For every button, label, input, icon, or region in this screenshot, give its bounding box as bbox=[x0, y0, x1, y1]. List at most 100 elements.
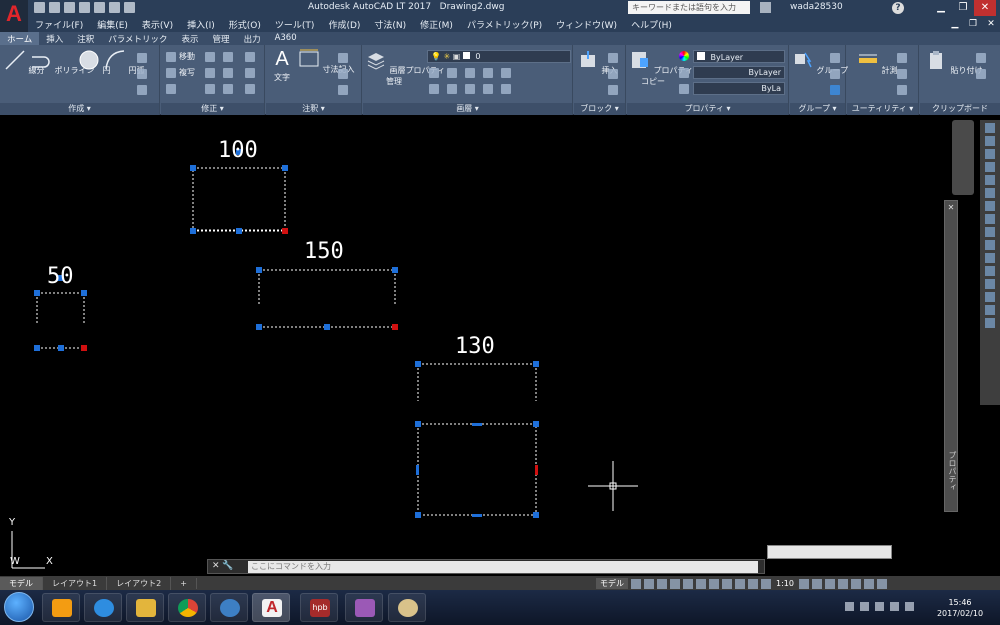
doc-close-icon[interactable]: ✕ bbox=[982, 16, 1000, 32]
trim-icon[interactable] bbox=[223, 52, 233, 62]
dim-label-100[interactable]: 100 bbox=[218, 138, 258, 163]
nav-tool-8-icon[interactable] bbox=[985, 214, 995, 224]
grip[interactable] bbox=[415, 361, 421, 367]
text-button[interactable]: A 文字 bbox=[270, 48, 294, 83]
viewcube-bar[interactable] bbox=[952, 120, 974, 195]
nav-tool-12-icon[interactable] bbox=[985, 266, 995, 276]
grip[interactable] bbox=[34, 345, 40, 351]
ortho-icon[interactable] bbox=[657, 578, 667, 589]
grip[interactable] bbox=[416, 465, 419, 475]
layer-tool-4-icon[interactable] bbox=[483, 68, 493, 78]
attribute-icon[interactable] bbox=[608, 85, 618, 95]
tab-home[interactable]: ホーム bbox=[0, 32, 40, 45]
cut-icon[interactable] bbox=[976, 53, 986, 63]
annotation-visibility-icon[interactable] bbox=[748, 578, 758, 589]
taskbar-media-player[interactable] bbox=[42, 593, 80, 622]
group-button[interactable]: グループ bbox=[792, 49, 848, 76]
close-icon[interactable]: ✕ bbox=[974, 0, 996, 16]
grip[interactable] bbox=[81, 290, 87, 296]
layer-tool-2-icon[interactable] bbox=[447, 68, 457, 78]
grip-red[interactable] bbox=[81, 345, 87, 351]
hatch-icon[interactable] bbox=[137, 69, 147, 79]
color-dropdown[interactable]: ByLayer bbox=[693, 50, 785, 63]
nav-tool-6-icon[interactable] bbox=[985, 188, 995, 198]
dim-label-130[interactable]: 130 bbox=[455, 334, 495, 359]
plus-icon[interactable] bbox=[811, 578, 822, 589]
dim-label-50[interactable]: 50 bbox=[47, 264, 74, 289]
tray-security-icon[interactable] bbox=[860, 602, 869, 611]
ellipse-icon[interactable] bbox=[137, 85, 147, 95]
undo-icon[interactable] bbox=[109, 2, 120, 13]
menu-modify[interactable]: 修正(M) bbox=[413, 16, 460, 32]
explode-icon[interactable] bbox=[245, 68, 255, 78]
taskbar-explorer[interactable] bbox=[126, 593, 164, 622]
grip[interactable] bbox=[256, 324, 262, 330]
redo-icon[interactable] bbox=[124, 2, 135, 13]
user-name[interactable]: wada28530 bbox=[790, 2, 843, 12]
ungroup-icon[interactable] bbox=[830, 53, 840, 63]
nav-tool-9-icon[interactable] bbox=[985, 227, 995, 237]
menu-parametric[interactable]: パラメトリック(P) bbox=[460, 16, 549, 32]
units-icon[interactable] bbox=[824, 578, 835, 589]
grip[interactable] bbox=[236, 228, 242, 234]
panel-properties-title[interactable]: プロパティ ▾ bbox=[627, 103, 788, 115]
grip[interactable] bbox=[282, 165, 288, 171]
panel-layers-title[interactable]: 画層 ▾ bbox=[363, 103, 572, 115]
open-icon[interactable] bbox=[49, 2, 60, 13]
menu-window[interactable]: ウィンドウ(W) bbox=[549, 16, 624, 32]
tab-annotate[interactable]: 注釈 bbox=[70, 32, 101, 45]
move-label[interactable]: 移動 bbox=[179, 51, 195, 62]
panel-groups-title[interactable]: グループ ▾ bbox=[790, 103, 845, 115]
layer-tool-9-icon[interactable] bbox=[483, 84, 493, 94]
menu-insert[interactable]: 挿入(I) bbox=[180, 16, 222, 32]
taskbar-chrome[interactable] bbox=[168, 593, 206, 622]
menu-dimension[interactable]: 寸法(N) bbox=[367, 16, 413, 32]
circle-button[interactable]: 円 bbox=[78, 49, 111, 76]
rect-130[interactable] bbox=[417, 423, 537, 516]
menu-view[interactable]: 表示(V) bbox=[135, 16, 180, 32]
lineweight-toggle-icon[interactable] bbox=[709, 578, 719, 589]
leader-icon[interactable] bbox=[338, 69, 348, 79]
rect-100[interactable] bbox=[192, 167, 286, 231]
tab-layout2[interactable]: レイアウト2 bbox=[107, 576, 172, 590]
palette-label[interactable]: プロパティ bbox=[946, 451, 958, 491]
tab-add-layout[interactable]: + bbox=[171, 577, 197, 589]
grip-red[interactable] bbox=[392, 324, 398, 330]
grip[interactable] bbox=[34, 290, 40, 296]
taskbar-autocad[interactable]: A bbox=[252, 593, 290, 622]
grip[interactable] bbox=[415, 512, 421, 518]
tab-a360[interactable]: A360 bbox=[268, 32, 304, 45]
panel-draw-title[interactable]: 作成 ▾ bbox=[0, 103, 159, 115]
nav-tool-2-icon[interactable] bbox=[985, 136, 995, 146]
application-menu-button[interactable]: ALT bbox=[0, 0, 28, 39]
taskbar-clock[interactable]: 15:46 2017/02/10 bbox=[935, 597, 985, 619]
mirror-icon[interactable] bbox=[205, 68, 215, 78]
nav-tool-5-icon[interactable] bbox=[985, 175, 995, 185]
maximize-icon[interactable]: ❐ bbox=[952, 0, 974, 16]
grip[interactable] bbox=[392, 267, 398, 273]
grip[interactable] bbox=[190, 165, 196, 171]
table-icon[interactable] bbox=[338, 85, 348, 95]
panel-modify-title[interactable]: 修正 ▾ bbox=[161, 103, 264, 115]
grip[interactable] bbox=[190, 228, 196, 234]
erase-icon[interactable] bbox=[245, 52, 255, 62]
grip[interactable] bbox=[533, 361, 539, 367]
polyline-button[interactable]: ポリライン bbox=[30, 49, 95, 76]
copy-icon[interactable] bbox=[166, 68, 176, 78]
array-icon[interactable] bbox=[223, 84, 233, 94]
copy-clip-icon[interactable] bbox=[976, 69, 986, 79]
arc-button[interactable]: 円弧 bbox=[104, 49, 145, 76]
group-edit-icon[interactable] bbox=[830, 69, 840, 79]
doc-minimize-icon[interactable]: ▁ bbox=[946, 16, 964, 32]
nav-tool-15-icon[interactable] bbox=[985, 305, 995, 315]
quick-properties-icon[interactable] bbox=[837, 578, 848, 589]
stretch-icon[interactable] bbox=[166, 84, 176, 94]
tab-insert[interactable]: 挿入 bbox=[39, 32, 70, 45]
command-close-icon[interactable]: ✕ 🔧 bbox=[212, 561, 234, 571]
annotation-scale-icon[interactable] bbox=[761, 578, 771, 589]
panel-clipboard-title[interactable]: クリップボード bbox=[920, 103, 1000, 115]
grip[interactable] bbox=[472, 514, 482, 517]
properties-palette-collapsed[interactable]: ✕ プロパティ bbox=[944, 200, 958, 512]
tray-up-icon[interactable] bbox=[845, 602, 854, 611]
start-button[interactable] bbox=[4, 592, 34, 622]
